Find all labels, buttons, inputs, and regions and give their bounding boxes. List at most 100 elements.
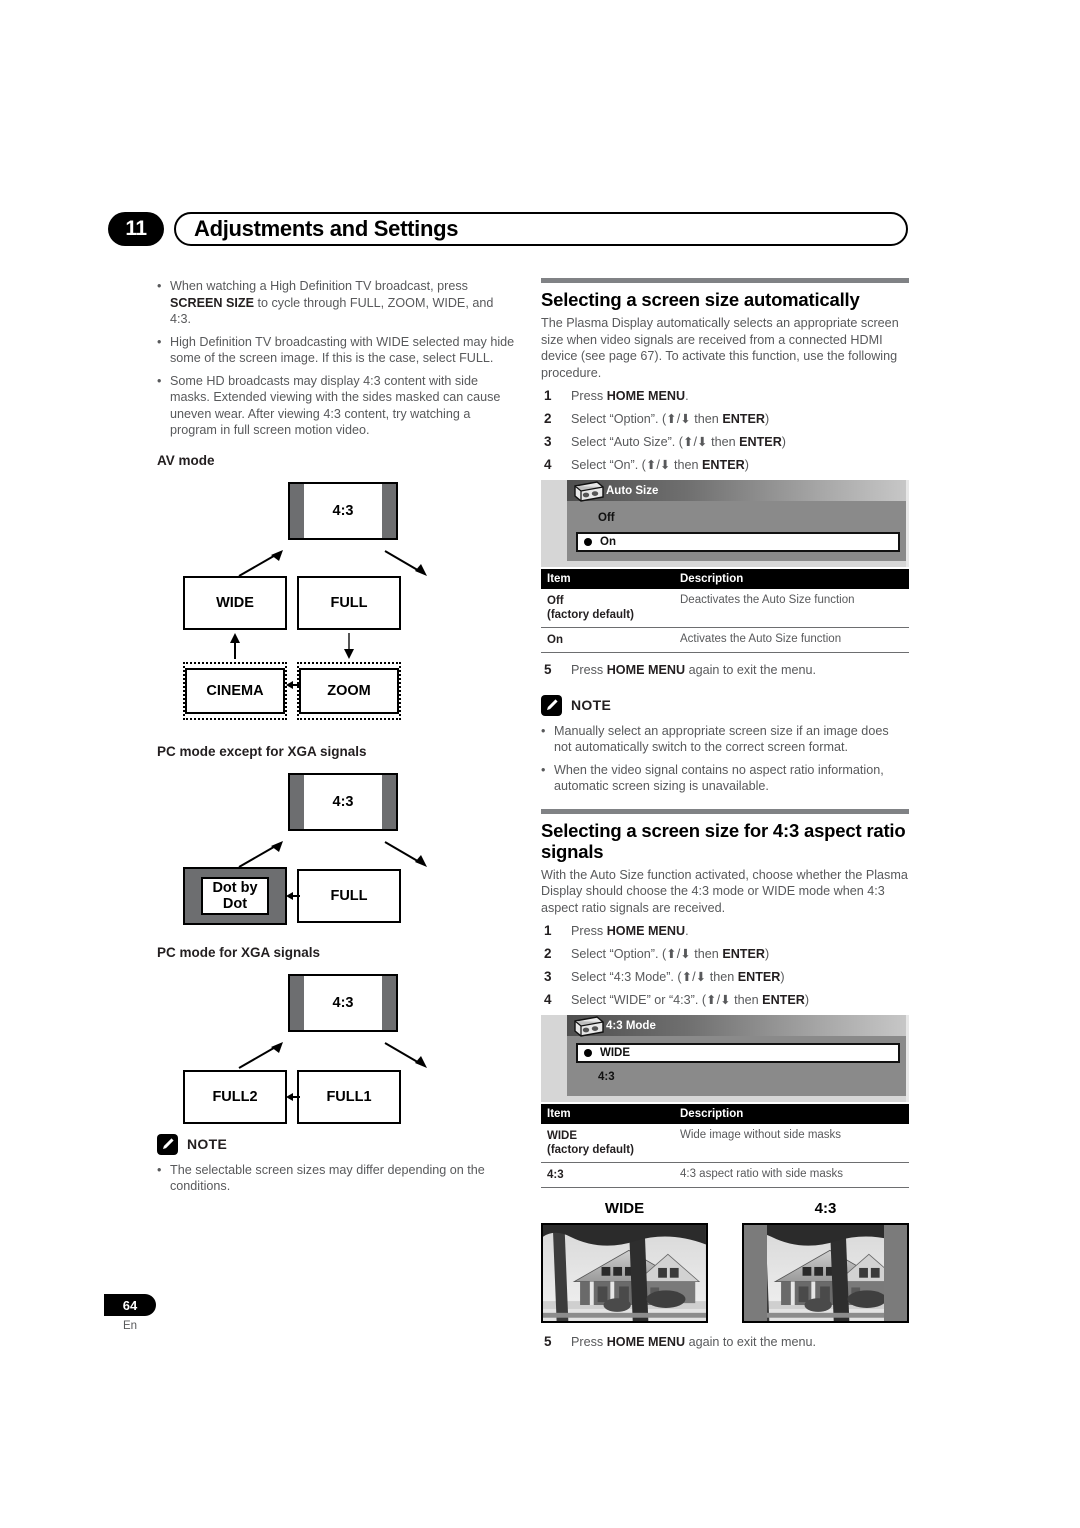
- list-item: 3 Select “Auto Size”. (⬆/⬇ then ENTER): [544, 434, 786, 449]
- av-mode-heading: AV mode: [157, 452, 215, 468]
- arrow-down-right-icon: [381, 839, 431, 869]
- table-row: WIDE (factory default) Wide image withou…: [541, 1124, 909, 1163]
- column-header-description: Description: [674, 569, 909, 589]
- right-column: Selecting a screen size automatically Th…: [541, 278, 909, 1357]
- arrow-down-right-icon: [381, 1040, 431, 1070]
- cell-item: On: [541, 627, 674, 653]
- side-mask-right: [884, 1225, 907, 1321]
- section-title-auto-size: Selecting a screen size automatically: [541, 289, 860, 310]
- arrow-down-icon: [342, 632, 356, 660]
- step-number: 1: [544, 923, 552, 938]
- table-row: 4:3 4:3 aspect ratio with side masks: [541, 1162, 909, 1188]
- osd-option-wide[interactable]: WIDE: [576, 1043, 900, 1063]
- selected-dot-icon: [584, 538, 592, 546]
- list-item: Manually select an appropriate screen si…: [541, 723, 909, 756]
- steps-4-3-mode: 1 Press HOME MENU. 2 Select “Option”. (⬆/⬇…: [541, 923, 909, 1009]
- sample-4-3: 4:3: [742, 1200, 909, 1323]
- cell-item: Off (factory default): [541, 589, 674, 628]
- section-body-auto-size: The Plasma Display automatically selects…: [541, 316, 899, 380]
- av-box-full: FULL: [297, 575, 401, 630]
- osd-title-bar: Auto Size: [567, 480, 909, 502]
- intro-bullet-list: When watching a High Definition TV broad…: [157, 278, 517, 439]
- sample-image-wide: [541, 1223, 708, 1323]
- note-label: NOTE: [187, 1136, 228, 1152]
- note-bullet-list-left: The selectable screen sizes may differ d…: [157, 1162, 517, 1195]
- column-header-description: Description: [674, 1104, 909, 1124]
- step-number: 3: [544, 969, 552, 984]
- list-item: 1 Press HOME MENU.: [544, 388, 689, 403]
- arrow-up-icon: [228, 632, 242, 660]
- osd-scroll-edge: [906, 480, 909, 567]
- section-title-4-3-mode: Selecting a screen size for 4:3 aspect r…: [541, 819, 906, 862]
- arrow-down-right-icon: [381, 548, 431, 578]
- cell-description: Deactivates the Auto Size function: [674, 589, 909, 628]
- pencil-icon: [157, 1133, 178, 1155]
- list-item: 3 Select “4:3 Mode”. (⬆/⬇ then ENTER): [544, 969, 785, 984]
- arrow-left-icon: [285, 678, 301, 692]
- list-item: The selectable screen sizes may differ d…: [157, 1162, 517, 1195]
- chapter-number-badge: 11: [108, 212, 164, 246]
- cell-description: 4:3 aspect ratio with side masks: [674, 1162, 909, 1188]
- cell-description: Wide image without side masks: [674, 1124, 909, 1163]
- section-body-4-3-mode: With the Auto Size function activated, c…: [541, 867, 908, 915]
- table-4-3-mode: Item Description WIDE (factory default) …: [541, 1104, 909, 1188]
- list-item: 1 Press HOME MENU.: [544, 923, 689, 938]
- left-column: When watching a High Definition TV broad…: [157, 278, 517, 1201]
- table-header-row: Item Description: [541, 569, 909, 589]
- list-item: 2 Select “Option”. (⬆/⬇ then ENTER): [544, 411, 770, 426]
- av-box-4-3: 4:3: [288, 481, 398, 540]
- note-header-left: NOTE: [157, 1133, 517, 1155]
- section-rule: [541, 278, 909, 283]
- step-number: 4: [544, 992, 552, 1007]
- pc-box-dot-by-dot: Dot by Dot: [183, 866, 287, 925]
- side-mask-left: [744, 1225, 767, 1321]
- sample-screens: WIDE 4:3: [541, 1200, 909, 1323]
- osd-title: Auto Size: [606, 484, 659, 497]
- list-item: 5 Press HOME MENU again to exit the menu.: [544, 662, 816, 677]
- osd-option-off[interactable]: Off: [576, 508, 900, 528]
- step-number: 3: [544, 434, 552, 449]
- xga-box-4-3: 4:3: [288, 973, 398, 1032]
- table-row: Off (factory default) Deactivates the Au…: [541, 589, 909, 628]
- xga-box-full1: FULL1: [297, 1069, 401, 1124]
- osd-option-on[interactable]: On: [576, 532, 900, 552]
- arrow-up-left-icon: [237, 839, 287, 869]
- osd-option-4-3[interactable]: 4:3: [576, 1067, 900, 1087]
- list-item: When the video signal contains no aspect…: [541, 762, 909, 795]
- arrow-up-left-icon: [237, 548, 287, 578]
- osd-title: 4:3 Mode: [606, 1019, 656, 1032]
- pc-mode-diagram: 4:3 Dot by Dot FULL: [157, 767, 517, 925]
- list-item: High Definition TV broadcasting with WID…: [157, 334, 517, 367]
- steps-auto-size: 1 Press HOME MENU. 2 Select “Option”. (⬆/⬇…: [541, 388, 909, 474]
- list-item: When watching a High Definition TV broad…: [157, 278, 517, 328]
- column-header-item: Item: [541, 569, 674, 589]
- note-label: NOTE: [571, 697, 612, 713]
- page-title: Adjustments and Settings: [194, 216, 459, 241]
- note-header-right: NOTE: [541, 694, 909, 716]
- final-step-4-3-mode: 5 Press HOME MENU again to exit the menu.: [541, 1334, 909, 1351]
- av-box-wide: WIDE: [183, 575, 287, 630]
- manual-page: 11 Adjustments and Settings When watchin…: [0, 0, 1080, 1528]
- chapter-title-pill: Adjustments and Settings: [174, 212, 908, 246]
- house-photo: [744, 1225, 907, 1321]
- sample-image-4-3: [742, 1223, 909, 1323]
- table-row: On Activates the Auto Size function: [541, 627, 909, 653]
- list-item: 5 Press HOME MENU again to exit the menu.: [544, 1334, 816, 1349]
- xga-mode-diagram: 4:3 FULL2 FULL1: [157, 968, 517, 1124]
- step-number: 5: [544, 662, 552, 677]
- cell-description: Activates the Auto Size function: [674, 627, 909, 653]
- list-item: Some HD broadcasts may display 4:3 conte…: [157, 373, 517, 439]
- step-number: 2: [544, 411, 552, 426]
- xga-box-full2: FULL2: [183, 1069, 287, 1124]
- cell-item: WIDE (factory default): [541, 1124, 674, 1163]
- page-number-badge: 64: [104, 1294, 156, 1316]
- list-item: 2 Select “Option”. (⬆/⬇ then ENTER): [544, 946, 770, 961]
- pc-mode-heading: PC mode except for XGA signals: [157, 743, 367, 759]
- arrow-up-left-icon: [237, 1040, 287, 1070]
- page-footer: 64 En: [104, 1294, 214, 1332]
- vcr-icon: [570, 1012, 604, 1044]
- table-auto-size: Item Description Off (factory default) D…: [541, 569, 909, 653]
- note-bullet-list-right: Manually select an appropriate screen si…: [541, 723, 909, 795]
- column-header-item: Item: [541, 1104, 674, 1124]
- step-number: 5: [544, 1334, 552, 1349]
